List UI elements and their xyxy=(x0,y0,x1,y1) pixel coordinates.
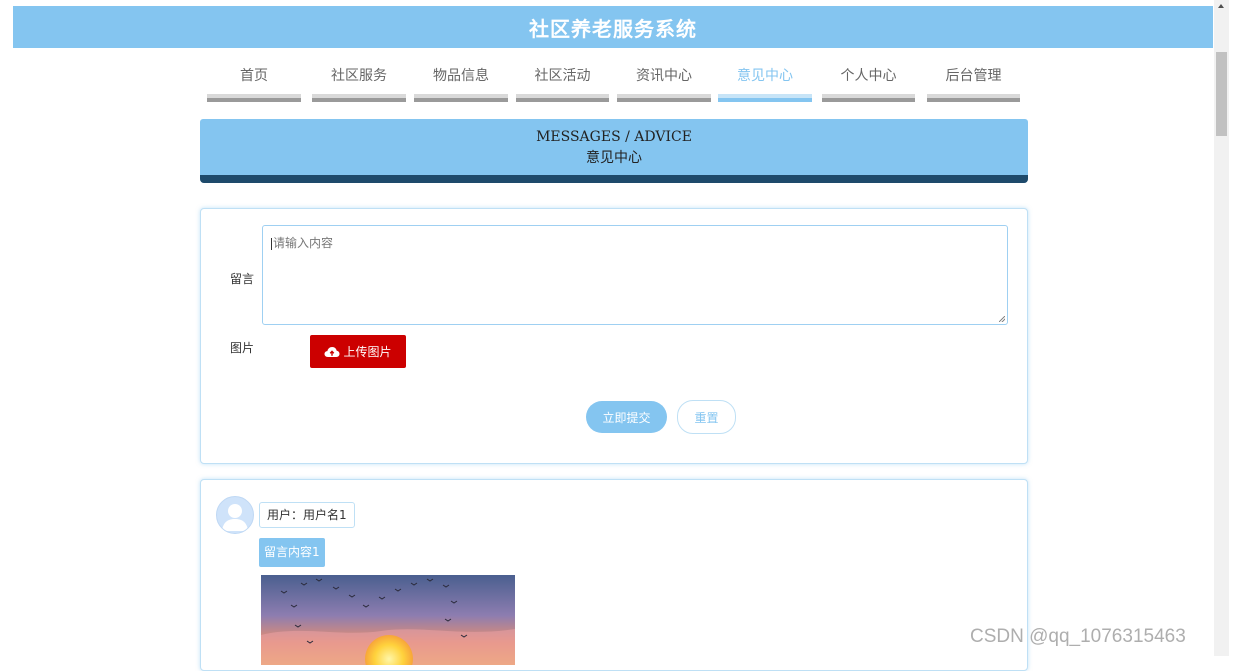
scroll-up-arrow-icon[interactable] xyxy=(1218,4,1224,8)
upload-button-label: 上传图片 xyxy=(343,345,392,359)
message-item: 用户：用户名1 留言内容1 xyxy=(200,479,1028,671)
main-nav: 首页 社区服务 物品信息 社区活动 资讯中心 意见中心 个人中心 后台管理 xyxy=(207,60,1022,104)
nav-item-label: 意见中心 xyxy=(737,68,793,84)
nav-underline xyxy=(516,94,609,102)
nav-underline xyxy=(312,94,406,102)
nav-underline xyxy=(617,94,711,102)
nav-item-label: 后台管理 xyxy=(945,68,1002,84)
nav-item-label: 社区服务 xyxy=(331,68,387,84)
nav-item-label: 资讯中心 xyxy=(636,68,692,84)
nav-item-goods-info[interactable]: 物品信息 xyxy=(414,60,508,102)
nav-item-news-center[interactable]: 资讯中心 xyxy=(617,60,711,102)
nav-underline xyxy=(927,94,1020,102)
nav-item-label: 物品信息 xyxy=(433,68,489,84)
message-user: 用户：用户名1 xyxy=(259,502,355,528)
user-avatar-icon xyxy=(216,496,254,534)
cloud-upload-icon xyxy=(324,346,340,357)
page-scrollbar[interactable] xyxy=(1214,0,1229,656)
nav-underline xyxy=(822,94,915,102)
section-banner: MESSAGES / ADVICE 意见中心 xyxy=(200,119,1028,183)
banner-title-cn: 意见中心 xyxy=(586,150,642,166)
nav-item-label: 首页 xyxy=(240,68,268,84)
submit-button[interactable]: 立即提交 xyxy=(586,401,667,433)
nav-underline xyxy=(414,94,508,102)
banner-title-en: MESSAGES / ADVICE xyxy=(536,129,692,145)
reset-button[interactable]: 重置 xyxy=(677,400,736,434)
nav-item-feedback-center[interactable]: 意见中心 xyxy=(718,60,812,102)
message-photo xyxy=(261,575,515,665)
nav-item-label: 社区活动 xyxy=(534,68,591,84)
watermark: CSDN @qq_1076315463 xyxy=(970,626,1186,647)
nav-item-community-service[interactable]: 社区服务 xyxy=(312,60,406,102)
text-caret xyxy=(271,237,272,250)
resize-handle-icon[interactable] xyxy=(999,316,1005,322)
nav-item-admin[interactable]: 后台管理 xyxy=(927,60,1020,102)
nav-item-community-activity[interactable]: 社区活动 xyxy=(516,60,609,102)
nav-underline xyxy=(207,94,301,102)
message-content: 留言内容1 xyxy=(259,538,325,567)
message-form: 留言 请输入内容 图片 上传图片 立即提交 重置 xyxy=(200,208,1028,464)
message-textarea[interactable]: 请输入内容 xyxy=(262,225,1008,325)
nav-item-label: 个人中心 xyxy=(840,68,897,84)
message-label: 留言 xyxy=(230,272,255,286)
banner-strip xyxy=(200,175,1028,183)
site-title: 社区养老服务系统 xyxy=(529,16,697,41)
nav-item-personal-center[interactable]: 个人中心 xyxy=(822,60,915,102)
image-label: 图片 xyxy=(230,341,255,355)
message-placeholder: 请输入内容 xyxy=(273,236,334,250)
nav-item-home[interactable]: 首页 xyxy=(207,60,301,102)
upload-image-button[interactable]: 上传图片 xyxy=(310,335,406,368)
site-header: 社区养老服务系统 xyxy=(13,6,1213,48)
nav-underline xyxy=(718,94,812,102)
scroll-thumb[interactable] xyxy=(1216,52,1227,136)
